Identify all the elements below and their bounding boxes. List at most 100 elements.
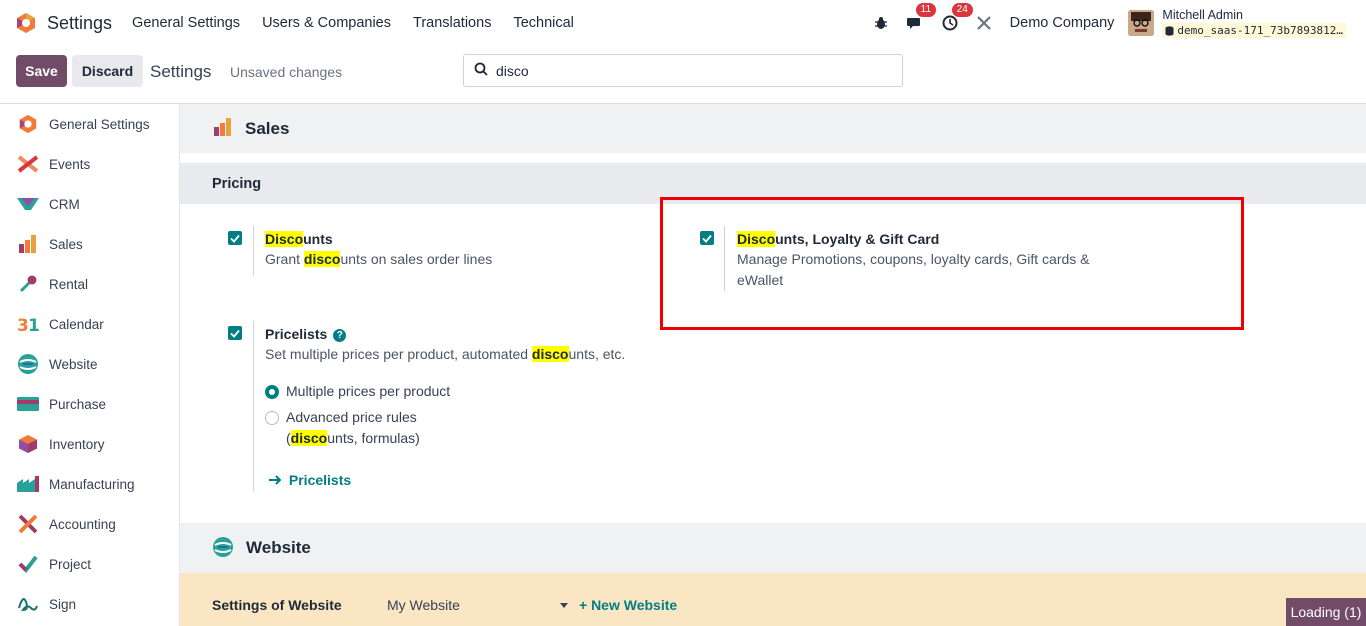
desc-text: Grant — [265, 251, 304, 267]
rental-key-icon — [17, 273, 39, 295]
setting-divider — [253, 226, 254, 276]
chevron-down-icon[interactable] — [560, 603, 568, 608]
help-icon[interactable]: ? — [333, 329, 347, 342]
database-name: demo_saas-171_73b7893812… — [1162, 23, 1346, 38]
project-check-icon — [17, 553, 39, 575]
sign-signature-icon — [17, 593, 39, 615]
setting-divider — [253, 321, 254, 491]
option-line: Advanced price rules — [286, 409, 417, 425]
new-website-button[interactable]: + New Website — [579, 597, 677, 613]
pricelists-checkbox[interactable] — [228, 326, 242, 340]
unsaved-changes-indicator: Unsaved changes — [230, 64, 343, 80]
sidebar-item-general-settings[interactable]: General Settings — [0, 104, 179, 144]
settings-content: Sales Pricing Discounts Grant discounts … — [180, 104, 1366, 626]
desc-text: Set multiple prices per product, automat… — [265, 346, 532, 362]
search-highlight: disco — [290, 430, 328, 446]
user-name: Mitchell Admin — [1162, 8, 1244, 22]
radio-label-multiple-prices[interactable]: Multiple prices per product — [286, 381, 450, 402]
page-title: Settings — [150, 62, 212, 81]
events-icon — [17, 153, 39, 175]
sales-app-header: Sales — [180, 104, 1366, 153]
option-text: ( — [286, 430, 291, 446]
sales-icon — [213, 117, 233, 140]
sidebar-item-manufacturing[interactable]: Manufacturing — [0, 464, 179, 504]
search-input[interactable] — [496, 62, 876, 79]
sidebar-item-events[interactable]: Events — [0, 144, 179, 184]
sidebar-item-inventory[interactable]: Inventory — [0, 424, 179, 464]
sidebar-item-label: Calendar — [49, 316, 104, 332]
discounts-title: Discounts — [265, 231, 333, 247]
debug-bug-icon[interactable] — [874, 16, 888, 30]
desc-text: unts on sales order lines — [340, 251, 493, 267]
settings-app-icon — [15, 12, 37, 34]
search-highlight: disco — [303, 251, 341, 267]
sidebar-item-sign[interactable]: Sign — [0, 584, 179, 624]
pricelists-title: Pricelists? — [265, 326, 347, 342]
messages-icon[interactable]: 11 — [906, 3, 937, 31]
sidebar-item-label: General Settings — [49, 116, 150, 132]
sales-icon — [17, 233, 39, 255]
inventory-box-icon — [17, 433, 39, 455]
desc-text: unts, etc. — [568, 346, 626, 362]
menu-users-companies[interactable]: Users & Companies — [262, 15, 391, 31]
activities-clock-icon[interactable]: 24 — [942, 3, 973, 31]
sidebar-item-sales[interactable]: Sales — [0, 224, 179, 264]
settings-sidebar: General Settings Events CRM Sales Rental… — [0, 104, 180, 626]
sidebar-item-accounting[interactable]: Accounting — [0, 504, 179, 544]
annotation-highlight-box — [660, 197, 1244, 330]
messages-badge: 11 — [915, 3, 937, 17]
sidebar-item-purchase[interactable]: Purchase — [0, 384, 179, 424]
app-section-title: Website — [246, 538, 311, 557]
sidebar-item-label: Manufacturing — [49, 476, 135, 492]
pricelists-description: Set multiple prices per product, automat… — [265, 344, 625, 365]
purchase-card-icon — [17, 393, 39, 415]
discard-button[interactable]: Discard — [72, 55, 143, 87]
sidebar-item-crm[interactable]: CRM — [0, 184, 179, 224]
radio-label-advanced-rules[interactable]: Advanced price rules (discounts, formula… — [286, 407, 420, 449]
sidebar-item-website[interactable]: Website — [0, 344, 179, 384]
search-icon — [474, 62, 488, 79]
save-button[interactable]: Save — [16, 55, 67, 87]
sidebar-item-project[interactable]: Project — [0, 544, 179, 584]
sidebar-item-label: CRM — [49, 196, 80, 212]
radio-multiple-prices[interactable] — [265, 385, 279, 399]
main-menu: General Settings Users & Companies Trans… — [132, 15, 596, 31]
sidebar-item-label: Inventory — [49, 436, 105, 452]
user-menu[interactable]: Mitchell Admin demo_saas-171_73b7893812… — [1128, 8, 1346, 38]
search-highlight: Disco — [265, 231, 304, 247]
sidebar-item-label: Accounting — [49, 516, 116, 532]
search-box[interactable] — [463, 54, 903, 87]
sidebar-item-label: Events — [49, 156, 91, 172]
sidebar-item-label: Sign — [49, 596, 77, 612]
option-text: unts, formulas) — [327, 430, 420, 446]
company-switch-tools-icon[interactable] — [976, 15, 992, 31]
general-settings-icon — [17, 113, 39, 135]
sidebar-item-label: Sales — [49, 236, 83, 252]
website-select[interactable]: My Website — [387, 597, 460, 613]
app-name: Settings — [47, 12, 113, 33]
website-icon — [212, 536, 234, 561]
sidebar-item-label: Website — [49, 356, 98, 372]
pricelists-link[interactable]: Pricelists — [268, 472, 351, 488]
pricelists-link-label: Pricelists — [288, 472, 352, 488]
menu-translations[interactable]: Translations — [413, 15, 491, 31]
menu-technical[interactable]: Technical — [513, 15, 573, 31]
pricelists-title-text: Pricelists — [265, 326, 328, 342]
sidebar-item-calendar[interactable]: 31 Calendar — [0, 304, 179, 344]
loading-indicator: Loading (1) — [1286, 598, 1366, 626]
discounts-checkbox[interactable] — [228, 231, 242, 245]
discounts-title-text: unts — [303, 231, 333, 247]
discounts-description: Grant discounts on sales order lines — [265, 249, 492, 270]
sidebar-item-rental[interactable]: Rental — [0, 264, 179, 304]
website-app-header: Website — [180, 523, 1366, 573]
avatar — [1128, 10, 1155, 36]
navbar-systray: 11 24 Demo Company Mitchell Admin demo_s… — [874, 0, 1366, 46]
check-icon — [230, 234, 240, 243]
sidebar-item-label: Rental — [49, 276, 89, 292]
company-name[interactable]: Demo Company — [1010, 15, 1115, 31]
activities-badge: 24 — [951, 3, 973, 17]
brand[interactable]: Settings — [15, 12, 112, 34]
radio-advanced-rules[interactable] — [265, 411, 279, 425]
menu-general-settings[interactable]: General Settings — [132, 15, 240, 31]
website-settings-bar: Settings of Website My Website + New Web… — [180, 573, 1366, 626]
